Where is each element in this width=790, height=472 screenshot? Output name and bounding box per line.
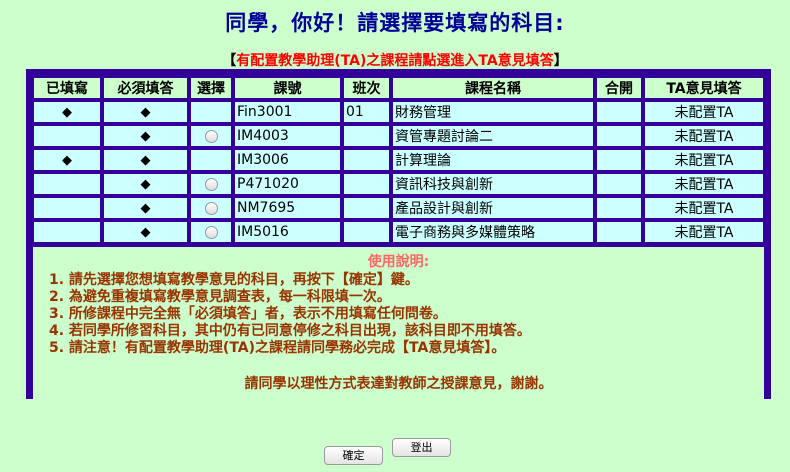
course-name: 計算理論: [392, 149, 594, 171]
header-ta-feedback: TA意見填答: [644, 77, 764, 99]
ta-notice-open-bracket: 【: [222, 53, 237, 69]
select-cell: [190, 221, 232, 243]
ta-status: 未配置TA: [644, 101, 764, 123]
course-code: P471020: [234, 173, 341, 195]
course-joint: [596, 101, 642, 123]
course-joint: [596, 149, 642, 171]
course-code: IM4003: [234, 125, 341, 147]
header-course-name: 課程名稱: [392, 77, 594, 99]
logout-button[interactable]: 登出: [392, 438, 451, 457]
course-joint: [596, 173, 642, 195]
header-filled: 已填寫: [33, 77, 101, 99]
course-name: 財務管理: [392, 101, 594, 123]
course-code: IM5016: [234, 221, 341, 243]
table-row: ◆ IM4003 資管專題討論二 未配置TA: [33, 125, 764, 147]
table-row: ◆ ◆ IM3006 計算理論 未配置TA: [33, 149, 764, 171]
course-name: 資管專題討論二: [392, 125, 594, 147]
required-marker: ◆: [103, 221, 188, 243]
filled-marker: ◆: [33, 149, 101, 171]
course-name: 資訊科技與創新: [392, 173, 594, 195]
instruction-item: 3. 所修課程中完全無「必須填答」者，表示不用填寫任何問卷。: [49, 306, 447, 322]
confirm-button[interactable]: 確定: [324, 446, 383, 465]
instructions-panel: 使用說明: 1. 請先選擇您想填寫教學意見的科目，再按下【確定】鍵。 2. 為避…: [33, 247, 764, 401]
filled-marker: [33, 197, 101, 219]
required-marker: ◆: [103, 125, 188, 147]
ta-status: 未配置TA: [644, 149, 764, 171]
course-joint: [596, 221, 642, 243]
table-row: ◆ IM5016 電子商務與多媒體策略 未配置TA: [33, 221, 764, 243]
header-course-code: 課號: [234, 77, 341, 99]
select-cell: [190, 197, 232, 219]
course-joint: [596, 197, 642, 219]
instruction-item: 1. 請先選擇您想填寫教學意見的科目，再按下【確定】鍵。: [49, 272, 419, 288]
filled-marker: [33, 221, 101, 243]
course-select-radio[interactable]: [204, 201, 218, 215]
ta-notice-close-bracket: 】: [553, 53, 568, 69]
filled-marker: ◆: [33, 101, 101, 123]
course-select-radio[interactable]: [204, 177, 218, 191]
course-code: NM7695: [234, 197, 341, 219]
select-cell: [190, 149, 232, 171]
table-row: ◆ ◆ Fin3001 01 財務管理 未配置TA: [33, 101, 764, 123]
course-code: IM3006: [234, 149, 341, 171]
ta-status: 未配置TA: [644, 221, 764, 243]
course-section: [343, 125, 390, 147]
instructions-title: 使用說明:: [367, 254, 430, 270]
course-section: [343, 197, 390, 219]
course-section: [343, 149, 390, 171]
header-section: 班次: [343, 77, 390, 99]
required-marker: ◆: [103, 101, 188, 123]
filled-marker: [33, 173, 101, 195]
filled-marker: [33, 125, 101, 147]
course-code: Fin3001: [234, 101, 341, 123]
course-select-radio[interactable]: [204, 129, 218, 143]
course-selection-panel: 已填寫 必須填答 選擇 課號 班次 課程名稱 合開 TA意見填答 ◆ ◆ Fin30…: [26, 69, 771, 401]
instruction-item: 5. 請注意！有配置教學助理(TA)之課程請同學務必完成【TA意見填答】。: [49, 340, 506, 356]
course-section: 01: [343, 101, 390, 123]
course-name: 產品設計與創新: [392, 197, 594, 219]
header-joint: 合開: [596, 77, 642, 99]
required-marker: ◆: [103, 197, 188, 219]
select-cell: [190, 101, 232, 123]
course-select-radio[interactable]: [204, 225, 218, 239]
closing-text: 請同學以理性方式表達對教師之授課意見，謝謝。: [244, 376, 553, 392]
course-joint: [596, 125, 642, 147]
table-header-row: 已填寫 必須填答 選擇 課號 班次 課程名稱 合開 TA意見填答: [33, 77, 764, 99]
required-marker: ◆: [103, 173, 188, 195]
course-section: [343, 221, 390, 243]
page-title: 同學，你好！請選擇要填寫的科目:: [225, 11, 565, 35]
ta-status: 未配置TA: [644, 197, 764, 219]
table-row: ◆ P471020 資訊科技與創新 未配置TA: [33, 173, 764, 195]
table-row: ◆ NM7695 產品設計與創新 未配置TA: [33, 197, 764, 219]
header-required: 必須填答: [103, 77, 188, 99]
required-marker: ◆: [103, 149, 188, 171]
ta-status: 未配置TA: [644, 173, 764, 195]
course-section: [343, 173, 390, 195]
course-table: 已填寫 必須填答 選擇 課號 班次 課程名稱 合開 TA意見填答 ◆ ◆ Fin30…: [31, 75, 766, 245]
instruction-item: 2. 為避免重複填寫教學意見調查表，每一科限填一次。: [49, 289, 391, 305]
instruction-item: 4. 若同學所修習科目，其中仍有已同意停修之科目出現，該科目即不用填答。: [49, 323, 531, 339]
ta-notice: 【有配置教學助理(TA)之課程請點選進入TA意見填答】: [0, 50, 790, 70]
ta-status: 未配置TA: [644, 125, 764, 147]
ta-notice-text: 有配置教學助理(TA)之課程請點選進入TA意見填答: [236, 53, 554, 69]
select-cell: [190, 125, 232, 147]
course-name: 電子商務與多媒體策略: [392, 221, 594, 243]
select-cell: [190, 173, 232, 195]
header-select: 選擇: [190, 77, 232, 99]
course-rows: ◆ ◆ Fin3001 01 財務管理 未配置TA ◆ IM4003 資管專題討論二 未配置TA ◆…: [33, 101, 764, 243]
